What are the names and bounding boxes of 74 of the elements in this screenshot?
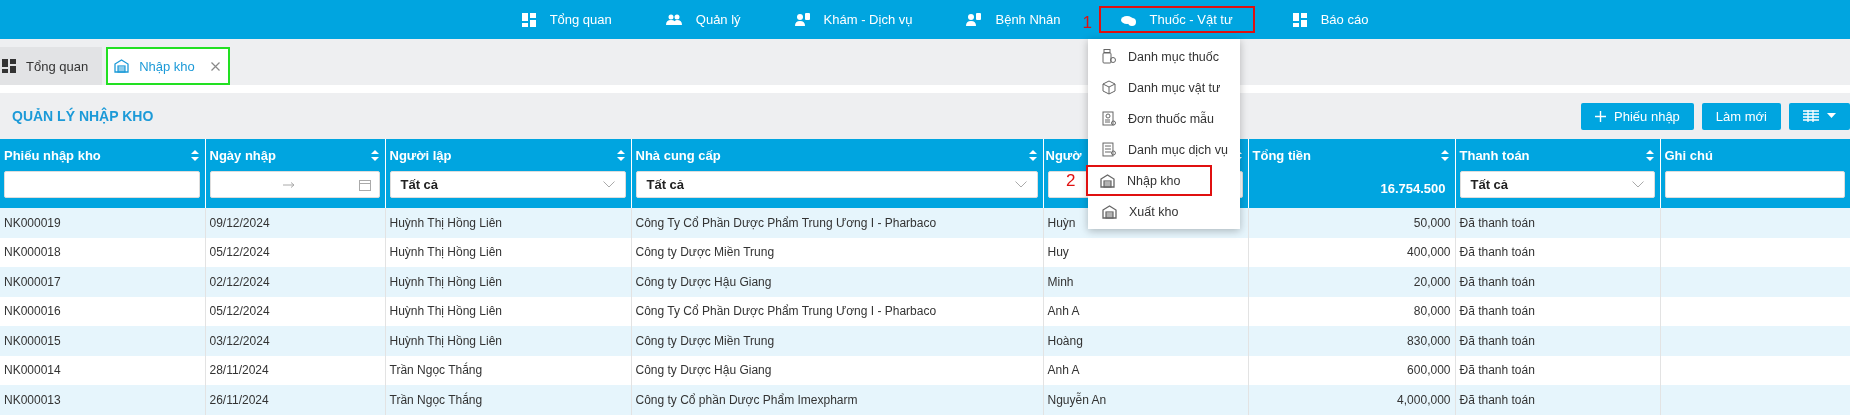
table-cell: Hoàng [1043,326,1248,356]
caret-icon [1827,113,1836,119]
column-header: Tổng tiền 16.754.500 [1248,139,1455,208]
filter-field[interactable] [1664,171,1845,198]
table-cell: Huỳnh Thị Hồng Liên [385,267,631,297]
table-cell: Công Ty Cổ Phần Dược Phẩm Trung Ương I - Pharbaco [631,208,1043,238]
column-header: Thanh toán Tất cả [1455,139,1660,208]
date-range-field[interactable] [209,171,380,198]
chevron-icon [1014,181,1027,188]
list-icon [1102,142,1116,157]
table-cell: 830,000 [1248,326,1455,356]
column-list-icon [1803,110,1819,122]
columns-menu-button[interactable] [1789,102,1850,130]
dashboard-icon [1292,12,1307,27]
plus-icon [1595,110,1607,122]
filter-field[interactable] [4,171,200,198]
chevron-icon [1631,181,1644,188]
table-cell: Công ty Dược Miền Trung [631,326,1043,356]
warehouse-icon [1100,173,1115,188]
menu-item[interactable]: Nhập kho [1086,165,1212,196]
table-cell: Nguyễn An [1043,385,1248,415]
table-cell: 26/11/2024 [205,385,385,415]
table-cell: 02/12/2024 [205,267,385,297]
table-cell: Công ty Cổ phần Dược Phẩm Imexpharm [631,385,1043,415]
table-cell: 20,000 [1248,267,1455,297]
pills-icon [1120,13,1136,26]
dashboard-icon [521,12,536,27]
table-cell: NK000019 [0,208,205,238]
table-cell: Huỳnh Thị Hồng Liên [385,326,631,356]
table-cell: Đã thanh toán [1455,385,1660,415]
person-badge-icon [966,13,982,26]
table-cell: NK000013 [0,385,205,415]
table-cell: Trần Ngọc Thắng [385,385,631,415]
table-cell: Minh [1043,267,1248,297]
chevron-icon [602,181,615,188]
annotation-number: 2 [1066,171,1076,191]
menu-item[interactable]: Danh mục vật tư [1088,72,1240,103]
table-cell: NK000017 [0,267,205,297]
column-header: Ngày nhập [205,139,385,208]
annotation-number: 1 [1082,13,1092,33]
box-icon [1102,80,1116,95]
page-title: QUẢN LÝ NHẬP KHO [12,108,154,124]
table-cell: NK000015 [0,326,205,356]
select-field[interactable]: Tất cả [389,171,626,198]
column-header: Ghi chú [1660,139,1850,208]
table-cell: 50,000 [1248,208,1455,238]
warehouse-icon [1102,204,1117,219]
table-cell: Đã thanh toán [1455,326,1660,356]
table-cell: 03/12/2024 [205,326,385,356]
table-cell: Đã thanh toán [1455,208,1660,238]
menu-item[interactable]: Đơn thuốc mẫu [1088,103,1240,134]
table-cell: 09/12/2024 [205,208,385,238]
arrow-icon [282,181,295,188]
table-cell: Công ty Dược Hậu Giang [631,267,1043,297]
select-field[interactable]: Tất cả [1459,171,1655,198]
menu-item[interactable]: Danh mục dịch vụ [1088,134,1240,165]
menu-item[interactable]: Danh mục thuốc [1088,41,1240,72]
column-header: Nhà cung cấp Tất cả [631,139,1043,208]
tab[interactable]: Tổng quan [0,47,103,85]
document-icon [1102,111,1116,126]
people-icon [665,14,682,25]
warehouse-icon [114,59,130,73]
select-field[interactable]: Tất cả [635,171,1038,198]
person-badge-icon [794,13,810,26]
total-amount: 16.754.500 [1379,180,1447,196]
dashboard-icon [2,59,16,73]
table-cell: Đã thanh toán [1455,267,1660,297]
table-cell: 4,000,000 [1248,385,1455,415]
close-icon[interactable] [210,61,220,71]
bottle-icon [1102,49,1116,64]
table-cell: Huỳnh Thị Hồng Liên [385,208,631,238]
column-header: Phiếu nhập kho [0,139,205,208]
calendar-icon [358,178,371,191]
column-header: Người lập Tất cả [385,139,631,208]
